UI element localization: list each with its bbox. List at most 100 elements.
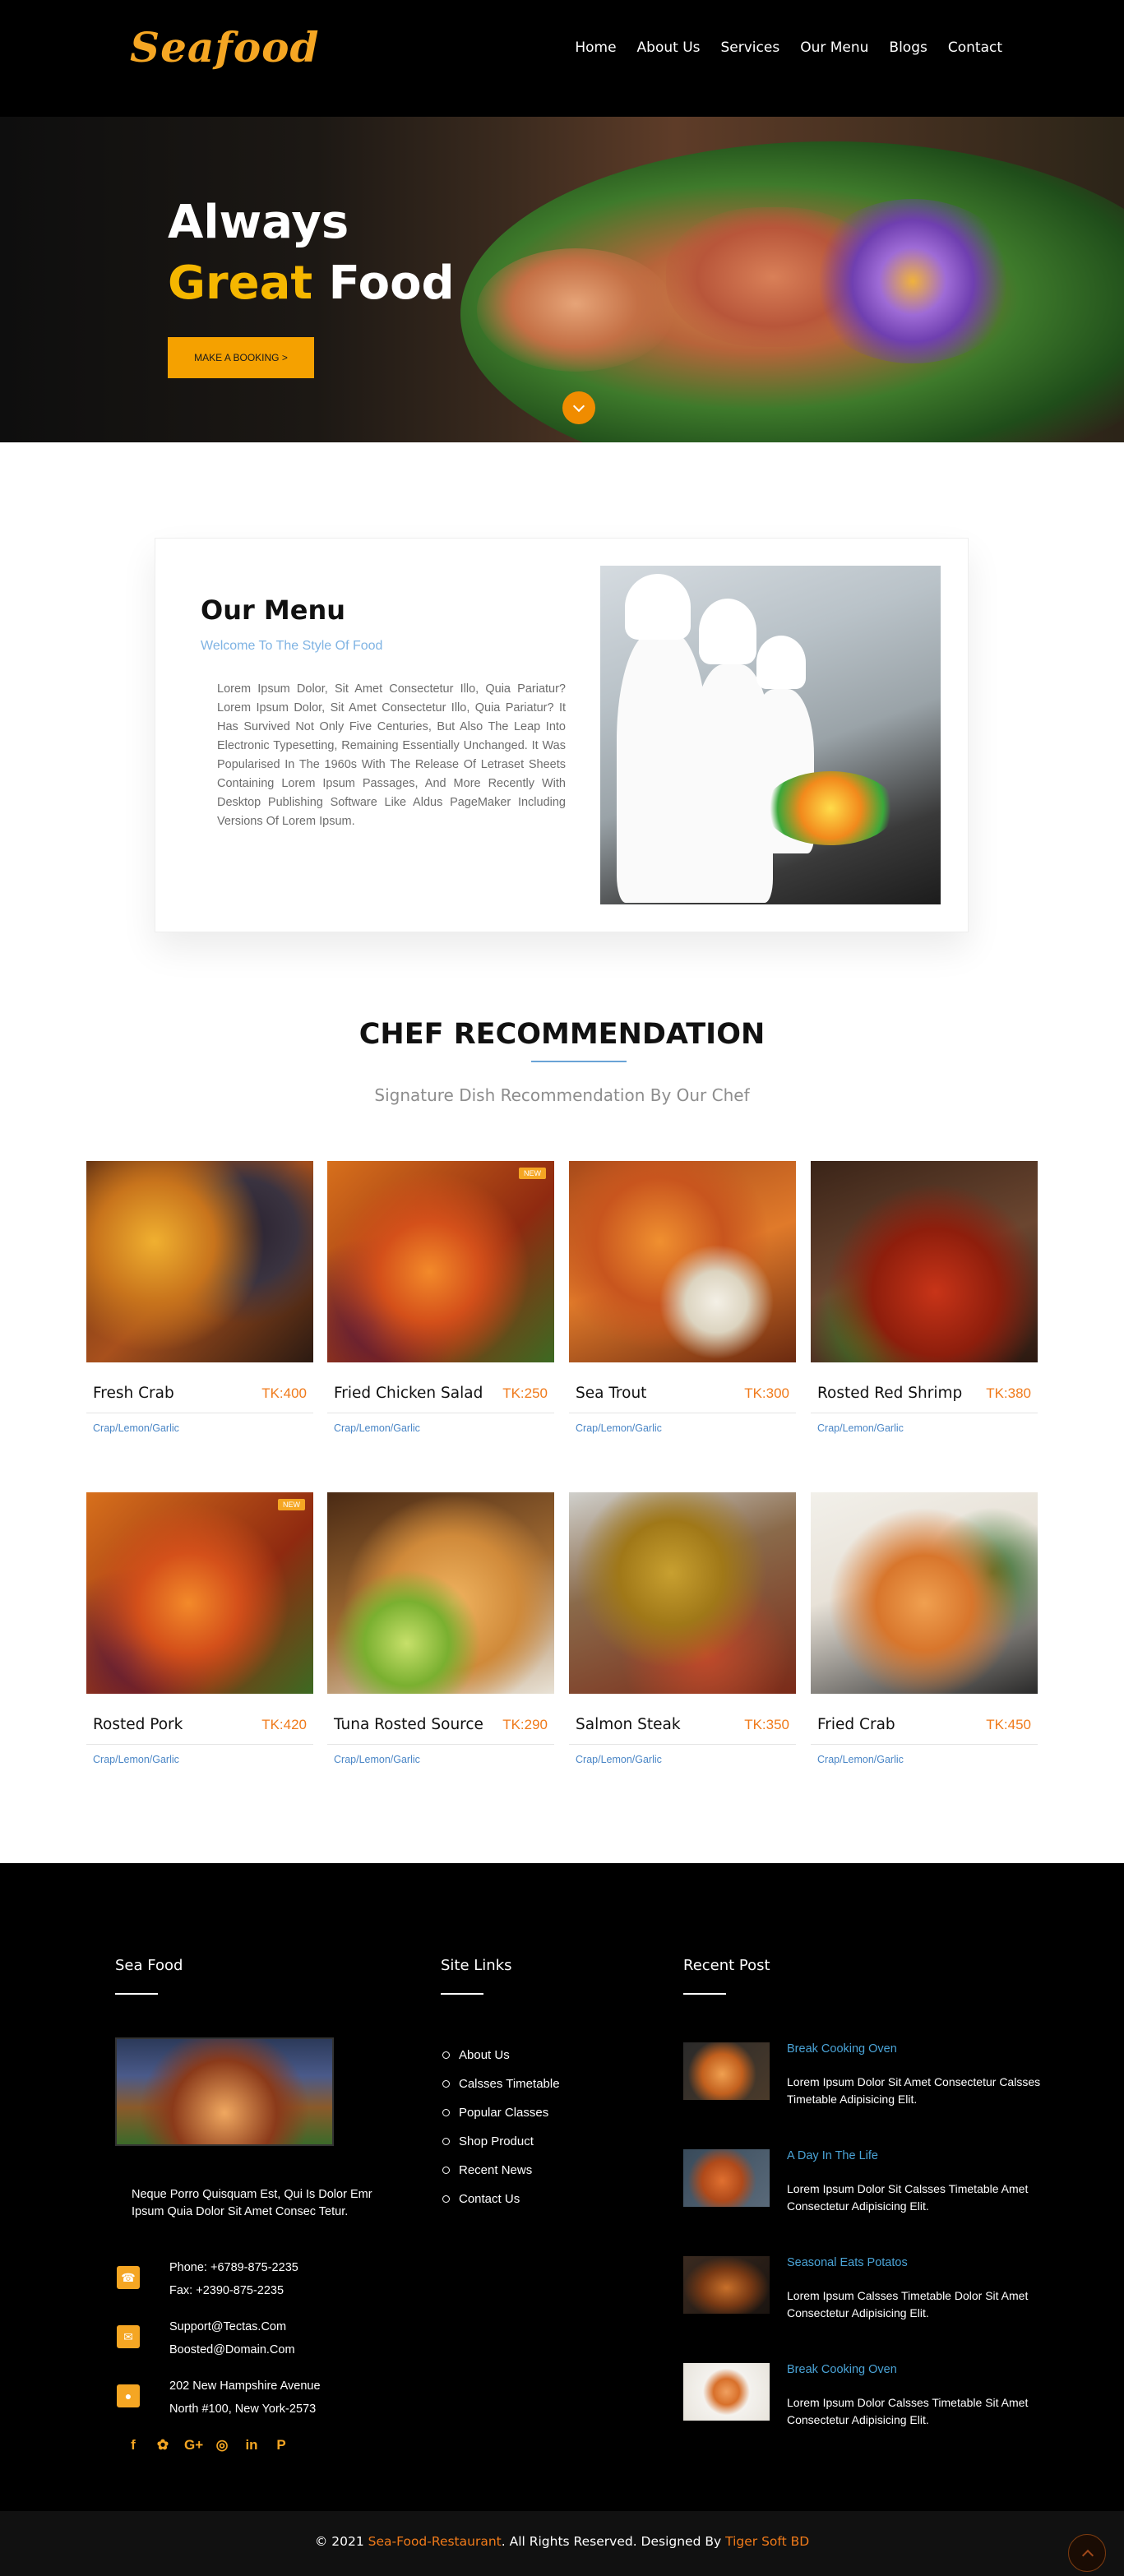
dish-price: TK:300 [744, 1385, 789, 1401]
social-links: f ✿ G+ ◎ in P [125, 2437, 289, 2453]
dish-card[interactable]: Sea Trout TK:300 Crap/Lemon/Garlic [569, 1161, 796, 1447]
footer-link-about-us[interactable]: About Us [442, 2041, 560, 2070]
twitter-icon[interactable]: ✿ [155, 2437, 171, 2453]
boosted-email[interactable]: Boosted@Domain.Com [169, 2338, 295, 2361]
footer-link-classes-timetable[interactable]: Calsses Timetable [442, 2070, 560, 2098]
designer-link[interactable]: Tiger Soft BD [725, 2534, 809, 2549]
dish-image[interactable] [811, 1492, 1038, 1694]
dish-tags: Crap/Lemon/Garlic [334, 1422, 420, 1434]
google-plus-icon[interactable]: G+ [184, 2437, 203, 2453]
nav-about-us[interactable]: About Us [637, 39, 701, 56]
dish-name[interactable]: Fried Crab [817, 1716, 895, 1733]
post-thumbnail[interactable] [683, 2042, 770, 2100]
dish-price: TK:400 [261, 1385, 307, 1401]
dish-card[interactable]: Fried Crab TK:450 Crap/Lemon/Garlic [811, 1492, 1038, 1778]
hero-title-rest: Food [328, 257, 455, 310]
site-header: Seafood Home About Us Services Our Menu … [0, 0, 1124, 117]
post-excerpt: Lorem Ipsum Calsses Timetable Dolor Sit … [787, 2289, 1029, 2319]
post-title[interactable]: A Day In The Life [787, 2149, 878, 2162]
dish-image[interactable]: NEW [86, 1492, 313, 1694]
scroll-to-top-icon[interactable] [1068, 2534, 1106, 2572]
facebook-icon[interactable]: f [125, 2437, 141, 2453]
dish-tags: Crap/Lemon/Garlic [576, 1754, 662, 1765]
dish-name[interactable]: Rosted Pork [93, 1716, 183, 1733]
site-logo[interactable]: Seafood [130, 23, 320, 72]
site-links-list: About Us Calsses Timetable Popular Class… [442, 2041, 560, 2213]
dish-image[interactable] [569, 1161, 796, 1362]
post-title[interactable]: Break Cooking Oven [787, 2363, 897, 2376]
footer-address-block: 202 New Hampshire Avenue North #100, New… [169, 2375, 321, 2421]
dish-name[interactable]: Fried Chicken Salad [334, 1385, 483, 1402]
dish-name[interactable]: Rosted Red Shrimp [817, 1385, 962, 1402]
phone-number[interactable]: Phone: +6789-875-2235 [169, 2256, 298, 2279]
phone-icon: ☎ [117, 2266, 140, 2289]
dish-card[interactable]: NEW Fried Chicken Salad TK:250 Crap/Lemo… [327, 1161, 554, 1447]
dish-price: TK:420 [261, 1717, 307, 1732]
recent-post[interactable]: Seasonal Eats Potatos Lorem Ipsum Calsse… [683, 2256, 1045, 2330]
dish-card[interactable]: Rosted Red Shrimp TK:380 Crap/Lemon/Garl… [811, 1161, 1038, 1447]
post-title[interactable]: Seasonal Eats Potatos [787, 2256, 908, 2269]
dish-card[interactable]: NEW Rosted Pork TK:420 Crap/Lemon/Garlic [86, 1492, 313, 1778]
divider [811, 1744, 1038, 1745]
dish-image[interactable]: NEW [327, 1161, 554, 1362]
nav-our-menu[interactable]: Our Menu [800, 39, 868, 56]
dish-image[interactable] [327, 1492, 554, 1694]
recent-post[interactable]: A Day In The Life Lorem Ipsum Dolor Sit … [683, 2149, 1045, 2223]
nav-home[interactable]: Home [575, 39, 616, 56]
chef-hat [625, 574, 691, 640]
post-title[interactable]: Break Cooking Oven [787, 2042, 897, 2056]
footer-link-shop-product[interactable]: Shop Product [442, 2127, 560, 2156]
menu-subtitle: Welcome To The Style Of Food [201, 639, 383, 653]
post-thumbnail[interactable] [683, 2256, 770, 2314]
dish-image[interactable] [569, 1492, 796, 1694]
divider [327, 1744, 554, 1745]
dribbble-icon[interactable]: ◎ [214, 2437, 230, 2453]
post-thumbnail[interactable] [683, 2149, 770, 2207]
dish-name[interactable]: Fresh Crab [93, 1385, 174, 1402]
recent-post[interactable]: Break Cooking Oven Lorem Ipsum Dolor Cal… [683, 2363, 1045, 2437]
dish-card[interactable]: Fresh Crab TK:400 Crap/Lemon/Garlic [86, 1161, 313, 1447]
post-excerpt: Lorem Ipsum Dolor Calsses Timetable Sit … [787, 2396, 1029, 2426]
copyright-middle: . All Rights Reserved. Designed By [501, 2534, 726, 2549]
post-thumbnail[interactable] [683, 2363, 770, 2421]
dish-price: TK:250 [502, 1385, 548, 1401]
our-menu-card: Our Menu Welcome To The Style Of Food Lo… [155, 538, 969, 932]
dish-card[interactable]: Tuna Rosted Source TK:290 Crap/Lemon/Gar… [327, 1492, 554, 1778]
dish-price: TK:380 [986, 1385, 1031, 1401]
scroll-down-icon[interactable] [562, 391, 595, 424]
hero-salmon [477, 248, 674, 372]
envelope-icon: ✉ [117, 2325, 140, 2348]
footer-email-block: Support@Tectas.Com Boosted@Domain.Com [169, 2315, 295, 2361]
make-booking-button[interactable]: MAKE A BOOKING > [168, 337, 314, 378]
title-underline [531, 1061, 627, 1062]
nav-services[interactable]: Services [721, 39, 780, 56]
divider [569, 1744, 796, 1745]
dish-name[interactable]: Tuna Rosted Source [334, 1716, 483, 1733]
recommendation-title: CHEF RECOMMENDATION [358, 1018, 766, 1051]
pinterest-icon[interactable]: P [273, 2437, 289, 2453]
heading-underline [115, 1993, 158, 1995]
footer-seafood-heading: Sea Food [115, 1957, 183, 1974]
dish-card[interactable]: Salmon Steak TK:350 Crap/Lemon/Garlic [569, 1492, 796, 1778]
support-email[interactable]: Support@Tectas.Com [169, 2315, 295, 2338]
nav-contact[interactable]: Contact [948, 39, 1002, 56]
dish-name[interactable]: Salmon Steak [576, 1716, 681, 1733]
footer-link-contact-us[interactable]: Contact Us [442, 2185, 560, 2213]
post-excerpt: Lorem Ipsum Dolor Sit Amet Consectetur C… [787, 2075, 1041, 2106]
dish-price: TK:450 [986, 1717, 1031, 1732]
chefs-cooking-image [600, 566, 941, 904]
footer-link-popular-classes[interactable]: Popular Classes [442, 2098, 560, 2127]
menu-title: Our Menu [201, 594, 346, 626]
restaurant-image [115, 2037, 334, 2146]
footer-links-heading: Site Links [441, 1957, 512, 1974]
nav-blogs[interactable]: Blogs [889, 39, 927, 56]
footer-link-recent-news[interactable]: Recent News [442, 2156, 560, 2185]
new-badge: NEW [278, 1499, 305, 1510]
linkedin-icon[interactable]: in [243, 2437, 260, 2453]
dish-image[interactable] [811, 1161, 1038, 1362]
dish-tags: Crap/Lemon/Garlic [334, 1754, 420, 1765]
dish-name[interactable]: Sea Trout [576, 1385, 646, 1402]
recent-post[interactable]: Break Cooking Oven Lorem Ipsum Dolor Sit… [683, 2042, 1045, 2116]
copyright-site-link[interactable]: Sea-Food-Restaurant [368, 2534, 502, 2549]
dish-image[interactable] [86, 1161, 313, 1362]
